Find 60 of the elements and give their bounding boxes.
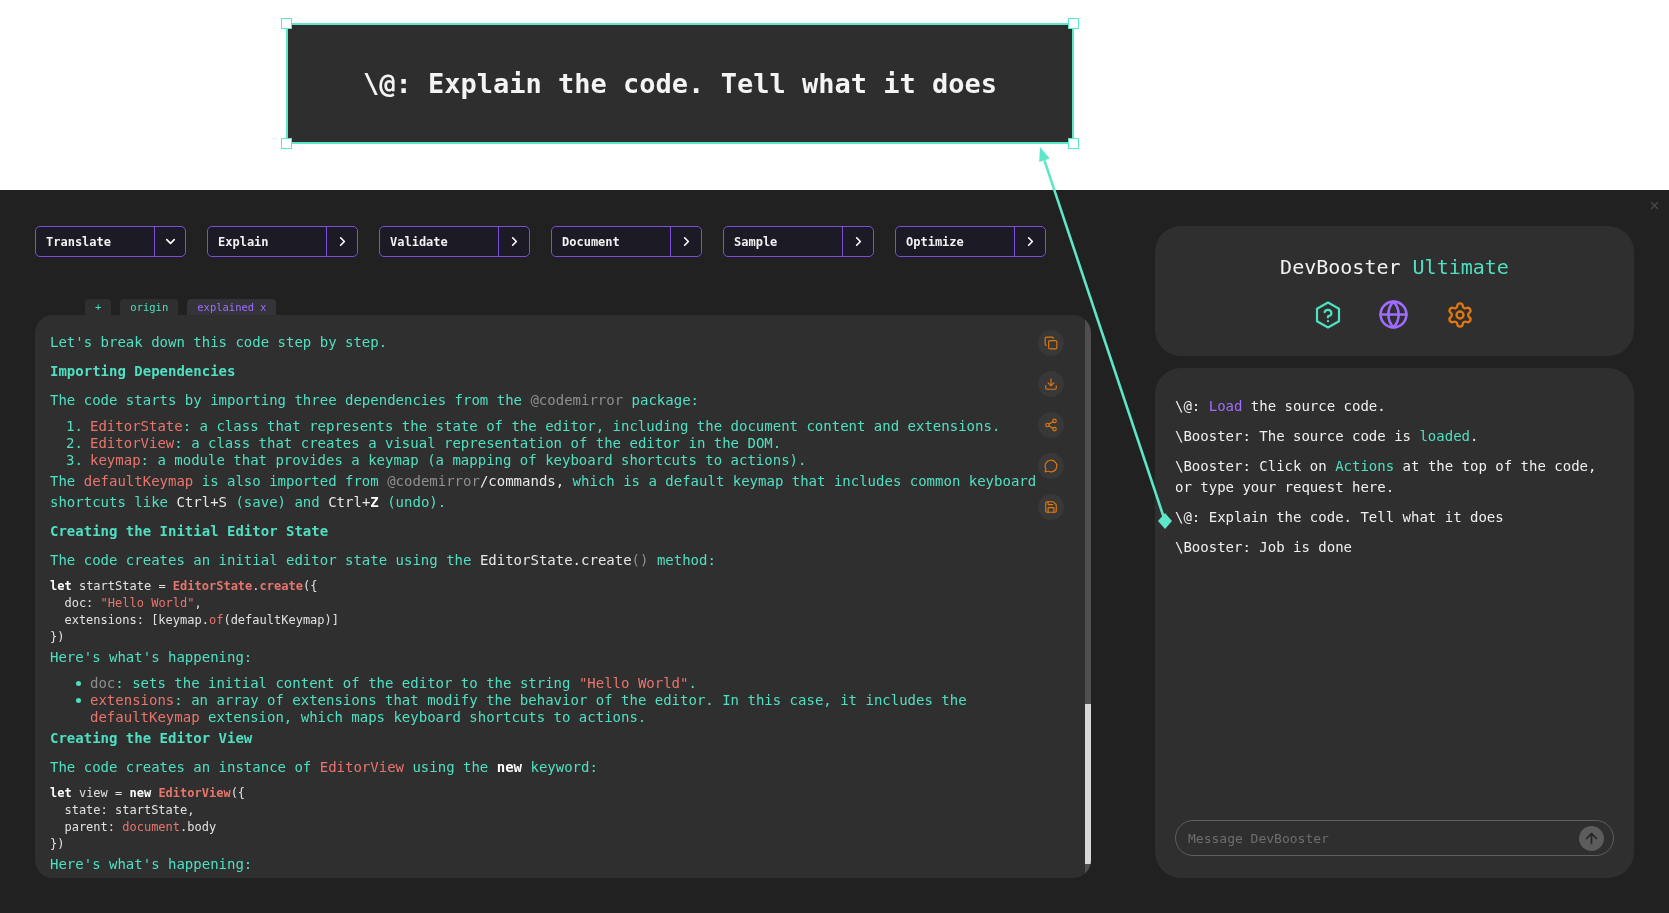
chat-message: \Booster: The source code is loaded.: [1175, 427, 1480, 446]
scrollbar-thumb[interactable]: [1085, 704, 1091, 864]
copy-icon: [1044, 336, 1058, 350]
list-item-text: EditorState: a class that represents the state of the editor, including the document content and extensions.: [90, 418, 1002, 435]
resize-handle[interactable]: [281, 18, 292, 29]
list-number: 3.: [66, 452, 84, 469]
save-button[interactable]: [1038, 494, 1064, 520]
comment-button[interactable]: [1038, 453, 1064, 479]
resize-handle[interactable]: [1068, 18, 1079, 29]
chat-message: \Booster: Click on Actions at the top of the code, or type your request here.: [1175, 457, 1598, 497]
list-item-text: EditorView: a class that creates a visual representation of the editor in the DOM.: [90, 435, 783, 452]
dropdown-button[interactable]: Translate: [35, 226, 186, 257]
list-item-text: doc: sets the initial content of the editor to the string "Hello World".: [90, 675, 698, 692]
settings-icon[interactable]: [1446, 300, 1474, 329]
tab[interactable]: origin: [120, 299, 179, 315]
download-icon: [1044, 377, 1058, 391]
message-input[interactable]: Message DevBooster: [1175, 820, 1614, 856]
close-tab-button[interactable]: x: [260, 301, 267, 313]
action-button[interactable]: Explain: [207, 226, 358, 257]
paragraph: The code starts by importing three dependencies from the @codemirror package:: [50, 391, 700, 410]
list-item-text: keymap: a module that provides a keymap (a mapping of keyboard shortcuts to actions).: [90, 452, 808, 469]
help-icon[interactable]: [1315, 300, 1341, 329]
app-title: DevBooster Ultimate: [1280, 255, 1509, 279]
action-button[interactable]: Optimize: [895, 226, 1046, 257]
globe-icon[interactable]: [1378, 299, 1409, 330]
share-icon: [1044, 418, 1058, 432]
list-number: 1.: [66, 418, 84, 435]
download-button[interactable]: [1038, 371, 1064, 397]
section-heading: Importing Dependencies: [50, 363, 237, 380]
list-number: 2.: [66, 435, 84, 452]
chat-message: \@: Explain the code. Tell what it does: [1175, 508, 1505, 527]
chat-message: \@: Load the source code.: [1175, 397, 1387, 416]
resize-handle[interactable]: [1068, 138, 1079, 149]
paragraph: Let's break down this code step by step.: [50, 333, 389, 352]
list-item-text: extensions: an array of extensions that modify the behavior of the editor. In this case, it includes the defaultKeymap extension, which maps keyboard shortcuts to actions.: [90, 692, 968, 726]
paragraph: Here's what's happening:: [50, 648, 254, 667]
callout-text: \@: Explain the code. Tell what it does: [363, 68, 997, 99]
save-icon: [1044, 500, 1058, 514]
tab[interactable]: +: [85, 299, 112, 315]
paragraph: Here's what's happening:: [50, 855, 254, 874]
resize-handle[interactable]: [281, 138, 292, 149]
send-button[interactable]: [1579, 825, 1604, 851]
copy-button[interactable]: [1038, 330, 1064, 356]
code-text: let startState = EditorState.create({ doc: "Hello World", extensions: [keymap.of(defaultKeymap)] }): [50, 578, 340, 646]
paragraph: The code creates an initial editor state using the EditorState.create() method:: [50, 551, 717, 570]
action-button[interactable]: Validate: [379, 226, 530, 257]
code-text: let view = new EditorView({ state: startState, parent: document.body }): [50, 785, 247, 853]
action-button[interactable]: Sample: [723, 226, 874, 257]
paragraph: The defaultKeymap is also imported from @codemirror/commands, which is a default keymap that includes common keyboard shortcuts like Ctrl+S (save) and Ctrl+Z (undo).: [50, 472, 1038, 512]
bullet-icon: [76, 681, 81, 686]
tab[interactable]: explained x: [187, 299, 277, 315]
chat-bubble-icon: [1044, 459, 1058, 473]
chat-message: \Booster: Job is done: [1175, 538, 1353, 557]
share-button[interactable]: [1038, 412, 1064, 438]
action-button[interactable]: Document: [551, 226, 702, 257]
close-icon[interactable]: [1648, 199, 1661, 212]
section-heading: Creating the Initial Editor State: [50, 523, 330, 540]
paragraph: The code creates an instance of EditorView using the new keyword:: [50, 758, 599, 777]
section-heading: Creating the Editor View: [50, 730, 254, 747]
bullet-icon: [76, 698, 81, 703]
